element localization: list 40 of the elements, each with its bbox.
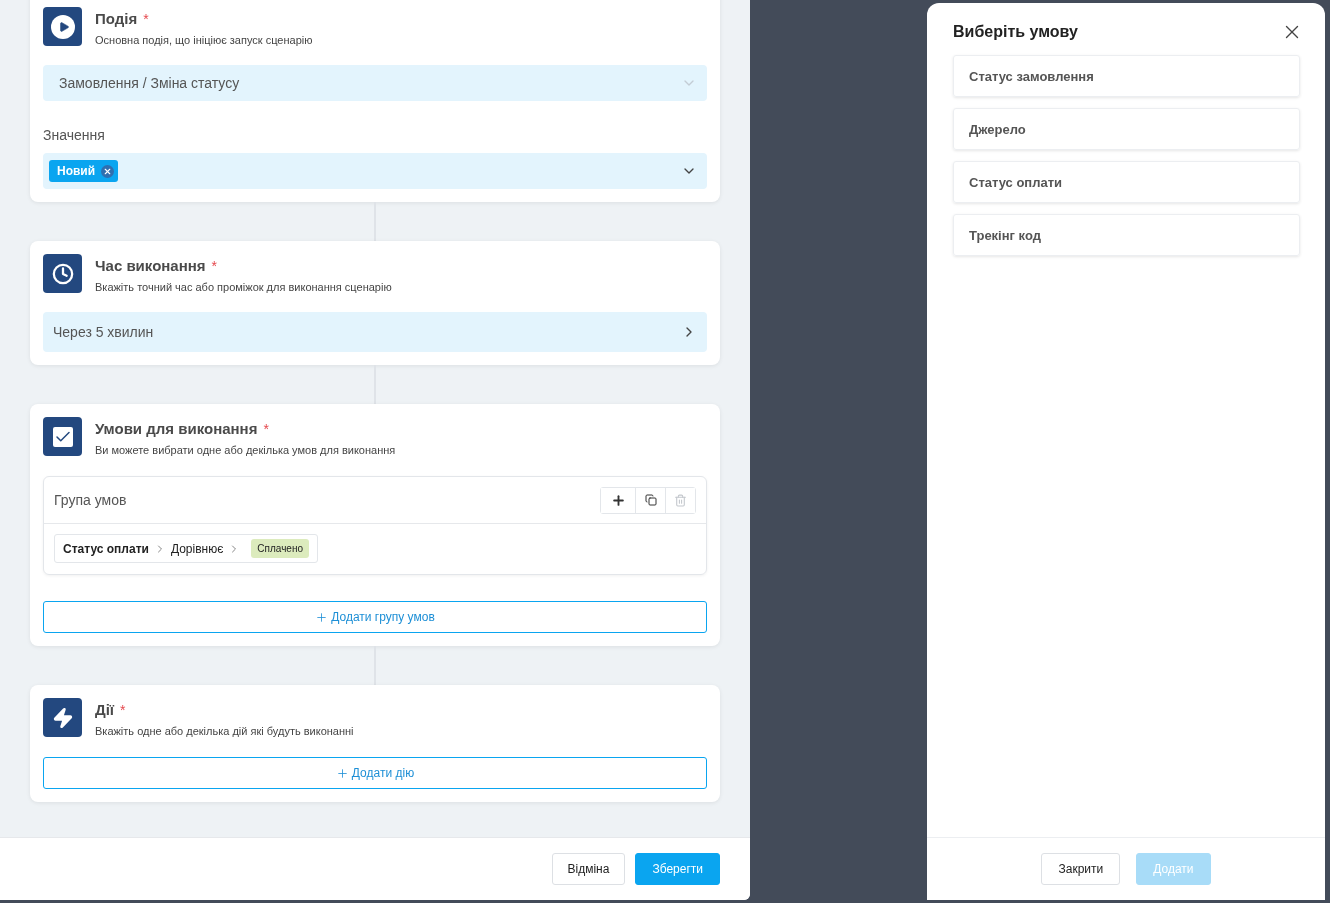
- field-label: Значення: [43, 127, 106, 143]
- required-mark: *: [263, 421, 269, 437]
- required-mark: *: [143, 11, 149, 27]
- section-subtitle: Основна подія, що ініціює запуск сценарію: [95, 34, 313, 46]
- condition-option[interactable]: Джерело: [953, 108, 1300, 150]
- section-subtitle: Вкажіть точний час або проміжок для виконання сценарію: [95, 281, 392, 293]
- plus-icon: [335, 766, 349, 780]
- checkbox-icon: [52, 426, 73, 447]
- copy-icon: [644, 494, 657, 506]
- required-mark: *: [120, 702, 126, 718]
- drawer-title: Виберіть умову: [953, 23, 1078, 41]
- plus-icon: [610, 492, 626, 508]
- plus-icon: [315, 610, 329, 624]
- condition-chip[interactable]: Статус оплати Дорівнює Сплачено: [54, 534, 318, 563]
- section-title: Умови для виконання: [95, 420, 258, 437]
- add-group-button[interactable]: Додати групу умов: [43, 601, 707, 633]
- condition-value: Сплачено: [251, 539, 309, 558]
- section-title: Подія: [95, 10, 138, 27]
- secondary-button[interactable]: Закрити: [1041, 853, 1121, 885]
- secondary-button[interactable]: Відміна: [551, 853, 626, 885]
- lightning-icon: [51, 706, 74, 729]
- condition-operator: Дорівнює: [170, 541, 224, 556]
- value-tag: Новий: [49, 160, 119, 182]
- section-subtitle: Ви можете вибрати одне або декілька умов для виконання: [95, 444, 396, 456]
- clock-icon: [51, 262, 74, 285]
- time-select[interactable]: Через 5 хвилин: [43, 312, 707, 352]
- event-select[interactable]: Замовлення / Зміна статусу: [43, 65, 707, 101]
- condition-option[interactable]: Статус оплати: [953, 161, 1300, 203]
- section-subtitle: Вкажіть одне або декілька дій які будуть виконанні: [95, 725, 354, 737]
- section-title: Дії: [95, 701, 115, 718]
- condition-option[interactable]: Статус замовлення: [953, 55, 1300, 97]
- condition-option[interactable]: Трекінг код: [953, 214, 1300, 256]
- play-icon: [50, 14, 75, 39]
- section-title: Час виконання: [95, 257, 206, 274]
- add-action-button[interactable]: Додати дію: [43, 757, 707, 789]
- group-title: Група умов: [54, 492, 127, 508]
- trash-icon: [674, 493, 687, 507]
- required-mark: *: [211, 258, 218, 274]
- remove-tag-icon[interactable]: [101, 164, 115, 178]
- condition-field: Статус оплати: [63, 541, 149, 556]
